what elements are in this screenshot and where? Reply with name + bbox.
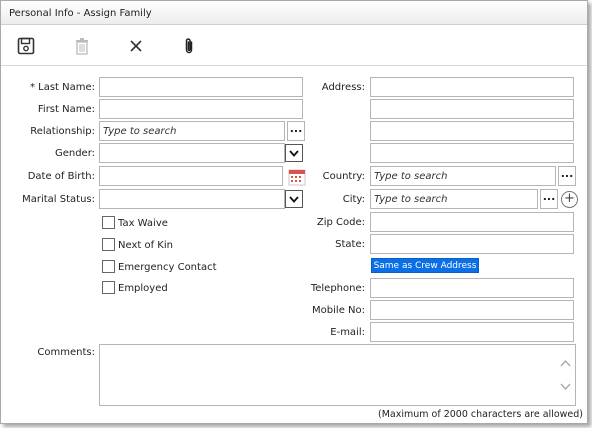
telephone-input[interactable] [370,278,574,298]
state-label: State: [335,239,365,250]
emergency-contact-checkbox[interactable] [102,260,115,273]
trash-icon [76,38,88,55]
zip-code-label: Zip Code: [316,217,365,228]
address-line-2-input[interactable] [370,99,574,119]
relationship-input[interactable] [99,121,285,141]
delete-button[interactable] [71,35,93,57]
relationship-label: Relationship: [30,126,95,137]
telephone-label: Telephone: [310,283,365,294]
marital-status-dropdown-button[interactable] [285,190,303,208]
comments-label: Comments: [37,347,95,358]
chevron-up-icon [559,359,571,366]
country-input[interactable] [370,166,556,186]
emergency-contact-label: Emergency Contact [118,262,217,273]
marital-status-label: Marital Status: [22,194,95,205]
city-input[interactable] [370,189,538,209]
add-city-button[interactable]: + [561,191,578,208]
comments-textarea[interactable] [99,344,576,406]
window-title: Personal Info - Assign Family [9,8,152,19]
same-as-crew-address-button[interactable]: Same as Crew Address [371,258,479,273]
city-lookup-button[interactable]: ... [540,189,558,209]
dob-input[interactable] [99,166,283,186]
title-bar: Personal Info - Assign Family [1,1,587,25]
floppy-disk-icon [17,37,35,55]
paperclip-icon [185,38,193,54]
chevron-down-icon [559,383,571,390]
marital-status-select[interactable] [99,189,285,209]
assign-family-window: Personal Info - Assign Family * Last Nam… [0,0,588,424]
gender-dropdown-button[interactable] [285,144,303,162]
address-line-4-input[interactable] [370,143,574,163]
last-name-input[interactable] [99,77,303,97]
scroll-down-button[interactable] [559,380,571,392]
gender-label: Gender: [54,148,95,159]
address-label: Address: [321,82,365,93]
zip-code-input[interactable] [370,212,574,232]
city-label: City: [342,194,365,205]
chevron-down-icon [289,195,299,203]
calendar-icon [288,169,306,186]
mobile-label: Mobile No: [312,305,365,316]
first-name-label: First Name: [37,104,95,115]
employed-label: Employed [118,283,168,294]
address-line-3-input[interactable] [370,121,574,141]
last-name-label: * Last Name: [29,82,95,93]
address-line-1-input[interactable] [370,77,574,97]
close-button[interactable] [125,35,147,57]
next-of-kin-label: Next of Kin [118,240,173,251]
mobile-input[interactable] [370,300,574,320]
email-input[interactable] [370,322,574,342]
calendar-button[interactable] [288,168,306,186]
next-of-kin-checkbox[interactable] [102,238,115,251]
chevron-down-icon [289,149,299,157]
email-label: E-mail: [330,327,365,338]
state-input[interactable] [370,234,574,254]
tax-waive-checkbox[interactable] [102,216,115,229]
save-button[interactable] [15,35,37,57]
country-label: Country: [322,171,365,182]
toolbar [1,26,587,66]
comments-character-limit-note: (Maximum of 2000 characters are allowed) [377,409,583,420]
employed-checkbox[interactable] [102,281,115,294]
first-name-input[interactable] [99,99,303,119]
tax-waive-label: Tax Waive [118,218,168,229]
scroll-up-button[interactable] [559,357,571,369]
country-lookup-button[interactable]: ... [558,166,576,186]
gender-select[interactable] [99,143,285,163]
attach-button[interactable] [178,35,200,57]
close-x-icon [130,40,142,52]
dob-label: Date of Birth: [27,171,95,182]
relationship-lookup-button[interactable]: ... [287,121,305,141]
